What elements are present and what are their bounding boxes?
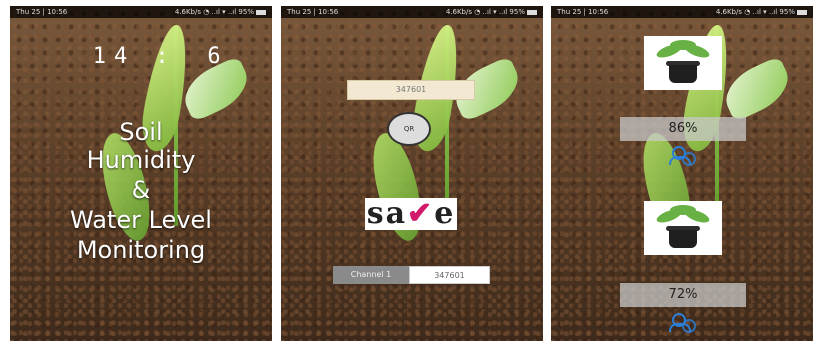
status-time: Thu 25 | 10:56 <box>557 8 609 16</box>
user-icon[interactable] <box>668 146 696 166</box>
battery-icon <box>527 9 537 15</box>
channel-label: Channel 1 <box>333 266 409 284</box>
channel-row: Channel 1 347601 <box>333 266 490 284</box>
channel-value-field[interactable]: 347601 <box>409 266 490 284</box>
user-icon[interactable] <box>668 313 696 333</box>
qr-icon: QR <box>403 125 415 133</box>
water-level-value: 72% <box>620 283 746 307</box>
title-line-2: Humidity <box>86 146 196 174</box>
status-indicators: 4.6Kb/s ◔ ..ıl ▾ ..ıl 95% <box>175 6 266 18</box>
timer-display: 14: 6 <box>88 44 244 69</box>
channel-id-input[interactable]: 347601 <box>347 80 475 100</box>
battery-icon <box>797 9 807 15</box>
timer-separator: : <box>155 44 177 69</box>
soil-humidity-value: 86% <box>620 117 746 141</box>
status-bar: Thu 25 | 10:56 4.6Kb/s ◔ ..ıl ▾ ..ıl 95% <box>10 6 272 18</box>
timer-minutes: 6 <box>207 44 229 69</box>
battery-icon <box>256 9 266 15</box>
status-indicators: 4.6Kb/s ◔ ..ıl ▾ ..ıl 95% <box>716 6 807 18</box>
potted-plant-icon <box>644 201 722 255</box>
qr-scan-button[interactable]: QR <box>387 112 431 146</box>
save-label-right: e <box>434 196 456 231</box>
screen-readings: Thu 25 | 10:56 4.6Kb/s ◔ ..ıl ▾ ..ıl 95%… <box>551 6 813 341</box>
status-bar: Thu 25 | 10:56 4.6Kb/s ◔ ..ıl ▾ ..ıl 95% <box>281 6 543 18</box>
screen-splash: Thu 25 | 10:56 4.6Kb/s ◔ ..ıl ▾ ..ıl 95%… <box>10 6 272 341</box>
title-line-1: Soil <box>119 118 163 146</box>
title-line-3: & <box>131 176 151 204</box>
timer-hours: 14 <box>92 44 136 69</box>
potted-plant-icon <box>644 36 722 90</box>
status-time: Thu 25 | 10:56 <box>287 8 339 16</box>
status-time: Thu 25 | 10:56 <box>16 8 68 16</box>
status-indicators: 4.6Kb/s ◔ ..ıl ▾ ..ıl 95% <box>446 6 537 18</box>
status-bar: Thu 25 | 10:56 4.6Kb/s ◔ ..ıl ▾ ..ıl 95% <box>551 6 813 18</box>
title-line-4: Water Level <box>70 206 212 234</box>
title-line-5: Monitoring <box>76 236 206 264</box>
save-label-left: sa <box>366 196 408 231</box>
leaf <box>717 55 797 123</box>
save-button[interactable]: sa✔e <box>365 198 457 230</box>
checkmark-icon: ✔ <box>407 196 435 231</box>
screen-setup: Thu 25 | 10:56 4.6Kb/s ◔ ..ıl ▾ ..ıl 95%… <box>281 6 543 341</box>
